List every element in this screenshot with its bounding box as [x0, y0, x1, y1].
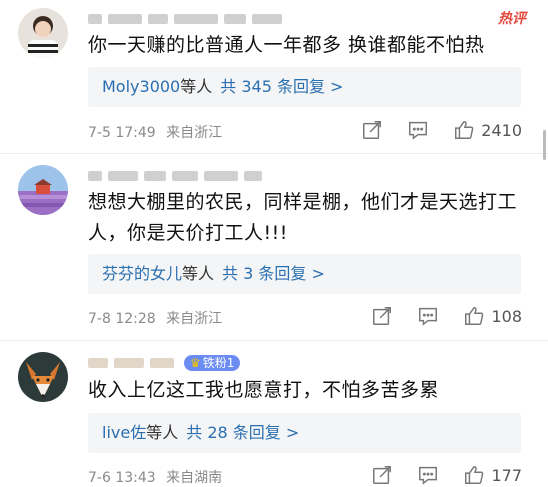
- comment-actions: 2410: [361, 119, 522, 141]
- reply-suffix: 等人: [146, 423, 179, 442]
- comment-icon[interactable]: [417, 464, 439, 486]
- like-count: 108: [491, 306, 522, 326]
- username[interactable]: [88, 8, 288, 27]
- comment-date: 7-8 12:28: [88, 311, 156, 327]
- hot-comment-badge: 热评: [498, 11, 526, 27]
- fan-badge-label: 铁粉1: [202, 355, 235, 370]
- thumbs-up-icon: [455, 121, 474, 139]
- username[interactable]: [88, 165, 268, 184]
- comment-actions: 108: [371, 305, 522, 327]
- like-button[interactable]: 108: [463, 305, 522, 327]
- comment-icon[interactable]: [417, 305, 439, 327]
- comment-location: 来自浙江: [166, 125, 223, 141]
- comment-location: 来自湖南: [166, 470, 223, 486]
- crown-icon: ♛: [190, 355, 201, 370]
- thumbs-up-icon: [465, 307, 484, 325]
- share-icon[interactable]: [371, 305, 393, 327]
- comment-actions: 177: [371, 464, 522, 486]
- like-button[interactable]: 177: [463, 464, 522, 486]
- thumbs-up-icon: [465, 466, 484, 484]
- reply-suffix: 等人: [180, 77, 213, 96]
- reply-summary[interactable]: live佐等人共 28 条回复 >: [88, 413, 521, 453]
- user-avatar[interactable]: [18, 8, 68, 58]
- username[interactable]: ♛ 铁粉1: [88, 352, 241, 371]
- comment-meta: 7-8 12:28 来自浙江: [88, 308, 222, 328]
- comment-text: 你一天赚的比普通人一年都多 换谁都能不怕热: [88, 34, 485, 56]
- user-avatar[interactable]: [18, 165, 68, 215]
- share-icon[interactable]: [361, 119, 383, 141]
- divider: [0, 153, 548, 154]
- like-count: 177: [491, 465, 522, 485]
- fan-badge: ♛ 铁粉1: [184, 354, 241, 371]
- comment-icon[interactable]: [407, 119, 429, 141]
- comment-location: 来自浙江: [166, 311, 223, 327]
- comment-date: 7-6 13:43: [88, 470, 156, 486]
- share-icon[interactable]: [371, 464, 393, 486]
- reply-count[interactable]: 共 3 条回复 >: [222, 264, 325, 283]
- comment-meta: 7-6 13:43 来自湖南: [88, 467, 222, 487]
- reply-names[interactable]: 芬芬的女儿: [102, 264, 182, 283]
- like-count: 2410: [481, 120, 522, 140]
- reply-summary[interactable]: Moly3000等人共 345 条回复 >: [88, 67, 521, 107]
- reply-summary[interactable]: 芬芬的女儿等人共 3 条回复 >: [88, 254, 521, 294]
- reply-names[interactable]: live佐: [102, 423, 146, 442]
- scrollbar[interactable]: [543, 130, 546, 160]
- user-avatar[interactable]: [18, 352, 68, 402]
- comment-text: 想想大棚里的农民，同样是棚，他们才是天选打工人，你是天价打工人!!!: [88, 191, 518, 244]
- reply-count[interactable]: 共 345 条回复 >: [220, 77, 343, 96]
- reply-count[interactable]: 共 28 条回复 >: [186, 423, 299, 442]
- comment-meta: 7-5 17:49 来自浙江: [88, 122, 222, 142]
- comment-text: 收入上亿这工我也愿意打，不怕多苦多累: [88, 379, 440, 401]
- reply-names[interactable]: Moly3000: [102, 77, 180, 96]
- divider: [0, 340, 548, 341]
- comment-date: 7-5 17:49: [88, 125, 156, 141]
- like-button[interactable]: 2410: [453, 119, 522, 141]
- reply-suffix: 等人: [182, 264, 215, 283]
